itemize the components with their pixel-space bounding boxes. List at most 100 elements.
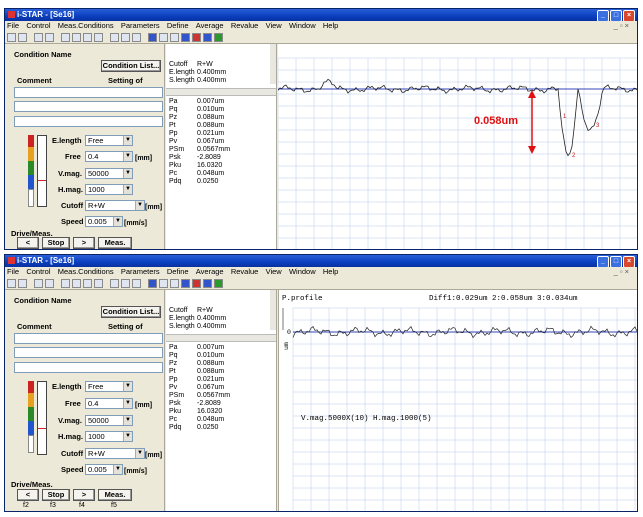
menu-average[interactable]: Average xyxy=(196,21,224,30)
zoom-icon[interactable] xyxy=(61,278,70,288)
measure-icon[interactable] xyxy=(132,32,141,42)
forward-arrow-icon[interactable] xyxy=(203,278,212,288)
forward-arrow-icon[interactable] xyxy=(203,32,212,42)
comment-field-2[interactable] xyxy=(14,101,163,112)
zoom-fit-icon[interactable] xyxy=(94,278,103,288)
ae-icon[interactable] xyxy=(159,32,168,42)
ae-icon[interactable] xyxy=(159,278,168,288)
menu-define[interactable]: Define xyxy=(167,267,189,276)
set-icon[interactable] xyxy=(170,32,179,42)
back-button[interactable]: < xyxy=(17,489,39,501)
condition-list-button[interactable]: Condition List... xyxy=(101,60,161,72)
cutoff-select[interactable]: R+W ▼ xyxy=(85,448,145,459)
menu-average[interactable]: Average xyxy=(196,267,224,276)
zoom-in-icon[interactable] xyxy=(72,278,81,288)
back-button[interactable]: < xyxy=(17,237,39,249)
settings-scrollbar[interactable] xyxy=(270,44,276,84)
save-icon[interactable] xyxy=(18,278,27,288)
cutoff-select[interactable]: R+W ▼ xyxy=(85,200,145,211)
stop-button[interactable]: Stop xyxy=(42,237,70,249)
cursor-icon[interactable] xyxy=(110,32,119,42)
meas-button[interactable]: Meas. xyxy=(98,489,132,501)
speed-select[interactable]: 0.005 ▼ xyxy=(85,464,123,475)
comment-field-1[interactable] xyxy=(14,333,163,344)
menu-file[interactable]: File xyxy=(7,21,19,30)
zoom-out-icon[interactable] xyxy=(83,278,92,288)
menu-parameters[interactable]: Parameters xyxy=(121,21,160,30)
vmag-select[interactable]: 50000 ▼ xyxy=(85,168,133,179)
menu-view[interactable]: View xyxy=(266,21,282,30)
print-icon[interactable] xyxy=(34,278,43,288)
condition-list-button[interactable]: Condition List... xyxy=(101,306,161,318)
mdi-buttons[interactable]: _ ▫ × xyxy=(614,21,629,31)
stop-button[interactable]: Stop xyxy=(42,489,70,501)
print-icon[interactable] xyxy=(34,32,43,42)
set-icon[interactable] xyxy=(170,278,179,288)
settings-hscrollbar[interactable] xyxy=(166,334,276,342)
settings-scrollbar[interactable] xyxy=(270,290,276,330)
menu-view[interactable]: View xyxy=(266,267,282,276)
open-icon[interactable] xyxy=(7,278,16,288)
save-icon[interactable] xyxy=(18,32,27,42)
run-icon[interactable] xyxy=(214,32,223,42)
f5-key: f5 xyxy=(111,502,117,509)
menu-help[interactable]: Help xyxy=(323,267,338,276)
elength-select[interactable]: Free ▼ xyxy=(85,135,133,146)
mdi-buttons[interactable]: _ ▫ × xyxy=(614,267,629,277)
open-icon[interactable] xyxy=(7,32,16,42)
menu-window[interactable]: Window xyxy=(289,21,316,30)
stop-icon[interactable] xyxy=(192,278,201,288)
stop-icon[interactable] xyxy=(192,32,201,42)
free-label: Free xyxy=(65,399,81,408)
zoom-out-icon[interactable] xyxy=(83,32,92,42)
hmag-select[interactable]: 1000 ▼ xyxy=(85,431,133,442)
profile-graph-top[interactable]: 0.058um 1 2 3 xyxy=(277,44,637,249)
menu-meas-conditions[interactable]: Meas.Conditions xyxy=(58,267,114,276)
back-arrow-icon[interactable] xyxy=(181,32,190,42)
zoom-fit-icon[interactable] xyxy=(94,32,103,42)
level-icon[interactable] xyxy=(121,32,130,42)
forward-button[interactable]: > xyxy=(73,237,95,249)
menu-window[interactable]: Window xyxy=(289,267,316,276)
menu-revalue[interactable]: Revalue xyxy=(231,21,259,30)
range-slider[interactable] xyxy=(37,135,47,207)
printer-icon[interactable] xyxy=(45,278,54,288)
run-icon[interactable] xyxy=(214,278,223,288)
free-select[interactable]: 0.4 ▼ xyxy=(85,151,133,162)
zoom-icon[interactable] xyxy=(61,32,70,42)
meas-button[interactable]: Meas. xyxy=(98,237,132,249)
comment-field-1[interactable] xyxy=(14,87,163,98)
comment-field-2[interactable] xyxy=(14,347,163,358)
hmag-select[interactable]: 1000 ▼ xyxy=(85,184,133,195)
cursor-icon[interactable] xyxy=(110,278,119,288)
menu-define[interactable]: Define xyxy=(167,21,189,30)
printer-icon[interactable] xyxy=(45,32,54,42)
range-slider[interactable] xyxy=(37,381,47,455)
profile-graph-bottom[interactable]: P.profile Diff1:0.029um 2:0.058um 3:0.03… xyxy=(278,290,637,511)
grid-icon[interactable] xyxy=(148,278,157,288)
measure-icon[interactable] xyxy=(132,278,141,288)
comment-field-3[interactable] xyxy=(14,116,163,127)
menu-meas-conditions[interactable]: Meas.Conditions xyxy=(58,21,114,30)
zoom-in-icon[interactable] xyxy=(72,32,81,42)
grid-icon[interactable] xyxy=(148,32,157,42)
settings-hscrollbar[interactable] xyxy=(166,88,276,96)
speed-select[interactable]: 0.005 ▼ xyxy=(85,216,123,227)
forward-button[interactable]: > xyxy=(73,489,95,501)
menu-control[interactable]: Control xyxy=(26,21,50,30)
back-arrow-icon[interactable] xyxy=(181,278,190,288)
title-bar[interactable]: i-STAR - [Se16] _ □ × xyxy=(5,255,637,268)
marker-label-1[interactable]: 1 xyxy=(563,114,567,120)
level-icon[interactable] xyxy=(121,278,130,288)
marker-label-3[interactable]: 3 xyxy=(596,123,600,129)
menu-file[interactable]: File xyxy=(7,267,19,276)
menu-revalue[interactable]: Revalue xyxy=(231,267,259,276)
elength-select[interactable]: Free ▼ xyxy=(85,381,133,392)
menu-control[interactable]: Control xyxy=(26,267,50,276)
title-bar[interactable]: i-STAR - [Se16] _ □ × xyxy=(5,9,637,22)
free-select[interactable]: 0.4 ▼ xyxy=(85,398,133,409)
vmag-select[interactable]: 50000 ▼ xyxy=(85,415,133,426)
menu-parameters[interactable]: Parameters xyxy=(121,267,160,276)
comment-field-3[interactable] xyxy=(14,362,163,373)
menu-help[interactable]: Help xyxy=(323,21,338,30)
